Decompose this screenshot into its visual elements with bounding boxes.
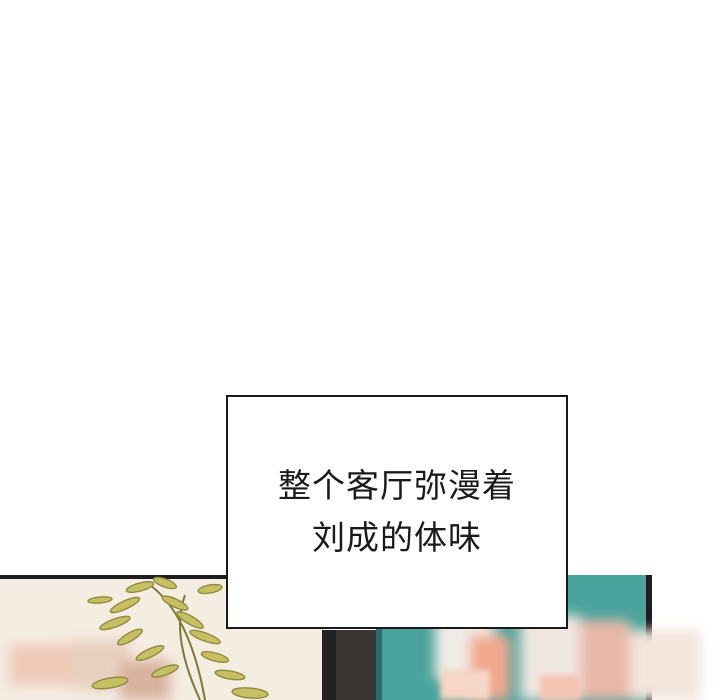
door-frame-shadow	[336, 630, 376, 700]
door-frame-left	[322, 630, 336, 700]
caption-line-2: 刘成的体味	[312, 518, 482, 557]
caption-line-1: 整个客厅弥漫着	[278, 466, 516, 505]
caption-box: 整个客厅弥漫着 刘成的体味	[226, 395, 568, 629]
comic-panel: 整个客厅弥漫着 刘成的体味	[0, 0, 720, 700]
